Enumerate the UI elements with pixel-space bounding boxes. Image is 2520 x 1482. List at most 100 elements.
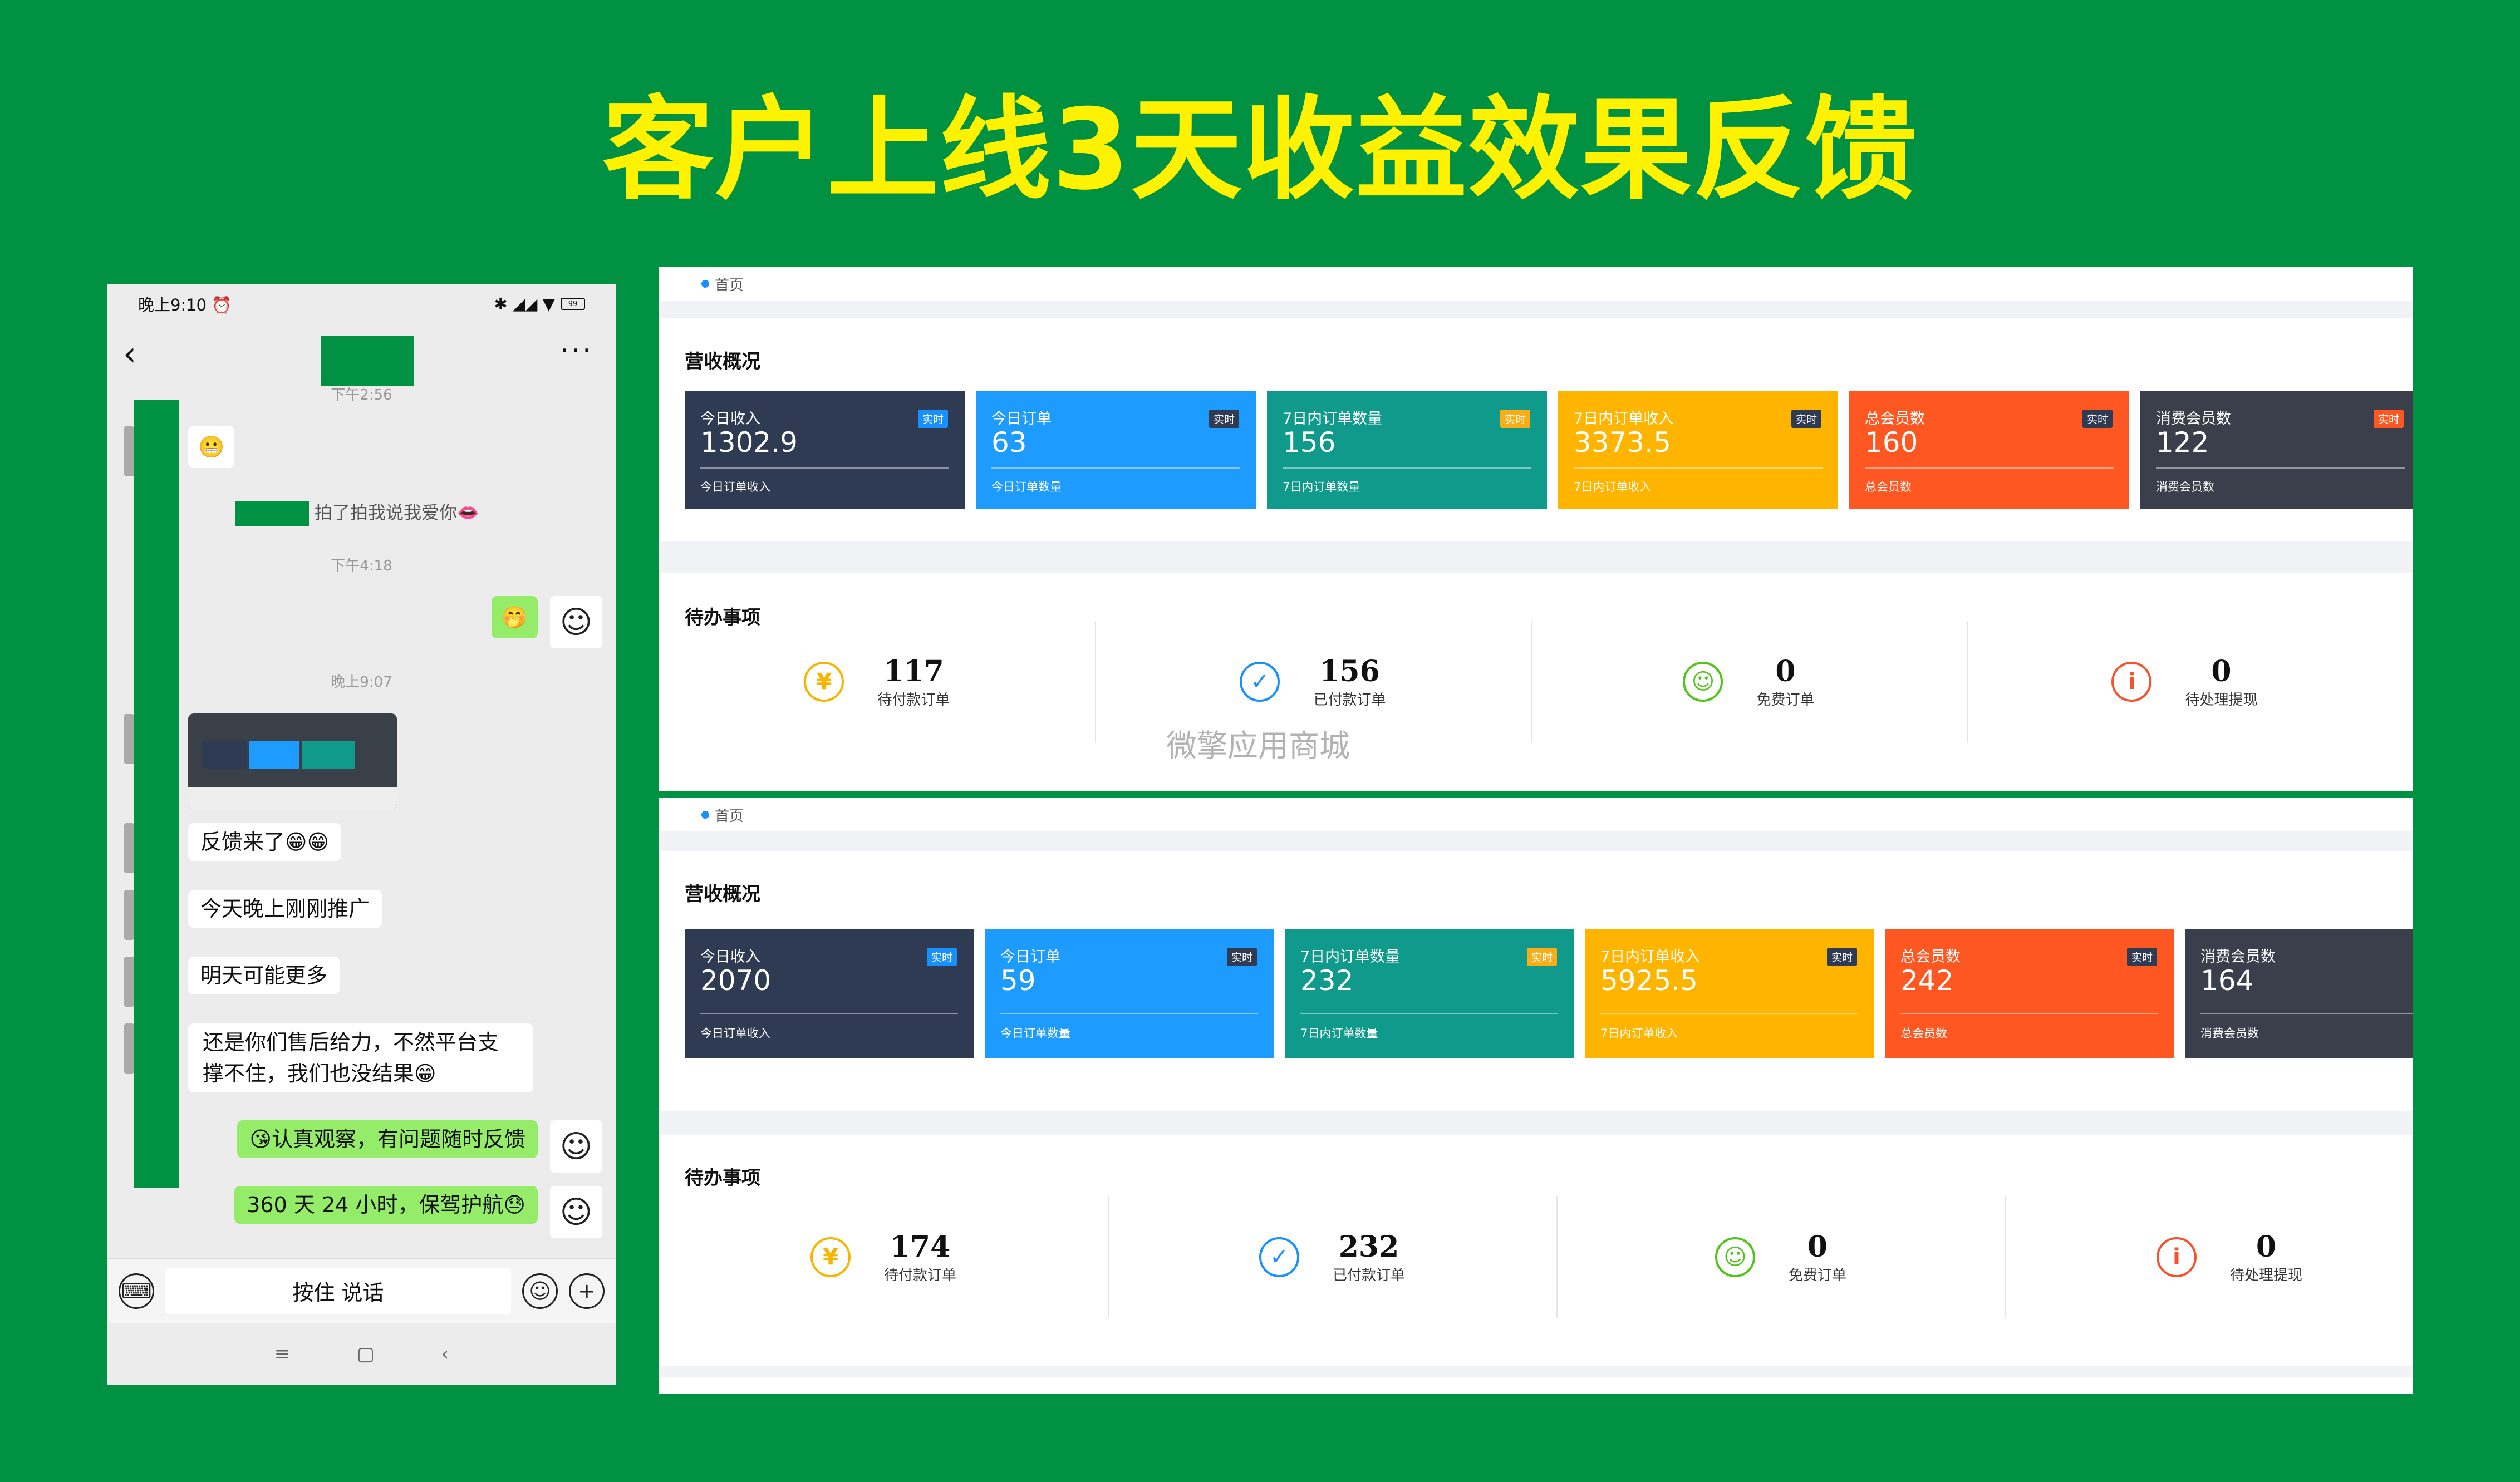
contact-avatar[interactable] [124,890,134,940]
chat-phone-screenshot: 晚上9:10 ⏰ ✱ ◢◢ ▼ 99 ‹ ··· 下午2:56 😬 拍了拍我说我… [107,284,616,1385]
realtime-badge: 实时 [1826,948,1857,966]
realtime-badge: 实时 [1526,948,1557,966]
tab-home[interactable]: 首页 [701,267,773,301]
image-message[interactable] [188,713,397,809]
todo-item[interactable]: ☺ 0 免费订单 [1556,1202,2005,1313]
status-time: 晚上9:10 [138,296,207,314]
stat-card-value: 1302.9 [700,426,798,459]
stat-card-subtitle: 7日内订单收入 [1574,480,1652,494]
battery-icon: 99 [561,298,585,310]
tab-home-label: 首页 [715,808,744,825]
todo-caption: 待处理提现 [2229,1267,2302,1284]
contact-avatar[interactable] [124,714,134,764]
stat-card[interactable]: 今日订单 59 实时 今日订单数量 [985,929,1274,1058]
stat-card[interactable]: 总会员数 242 实时 总会员数 [1885,929,2174,1058]
realtime-badge: 实时 [2373,410,2404,428]
todo-item[interactable]: i 0 待处理提现 [2005,1202,2413,1313]
todo-item[interactable]: ☺ 0 免费订单 [1531,626,1967,737]
status-bar: 晚上9:10 ⏰ ✱ ◢◢ ▼ 99 [107,284,616,323]
realtime-badge: 实时 [1500,410,1530,428]
stat-card[interactable]: 7日内订单数量 232 实时 7日内订单数量 [1285,929,1574,1058]
todo-item[interactable]: ✓ 232 已付款订单 [1108,1202,1556,1313]
redacted-strip [134,400,179,1188]
stat-card-subtitle: 7日内订单数量 [1283,480,1360,494]
todo-section: 待办事项 ¥174 待付款订单 ✓ 232 已付款订单 ☺ 0 免费订单 i 0 待处理提现 [659,1135,2413,1366]
stat-card[interactable]: 消费会员数 122 实时 消费会员数 [2140,391,2413,509]
info-icon: i [2111,662,2152,702]
stat-card-value: 59 [1000,964,1036,997]
dashboard-screenshot-1: 首页 营收概况 今日收入 1302.9 实时 今日订单收入 今日订单 63 实时 今日订单数量… [659,267,2413,791]
self-avatar[interactable]: ☺ [550,1186,602,1238]
todo-item[interactable]: ¥117 待付款订单 [659,626,1095,737]
realtime-badge: 实时 [1791,410,1821,428]
menu-icon[interactable]: ≡ [274,1343,291,1365]
todo-count: 0 [1807,1230,1828,1264]
stat-card[interactable]: 7日内订单收入 5925.5 实时 7日内订单收入 [1585,929,1874,1058]
smile-icon: ☺ [1683,662,1723,702]
back-nav-icon[interactable]: ‹ [441,1343,449,1365]
stat-card-subtitle: 7日内订单收入 [1600,1027,1678,1040]
stat-card-value: 2070 [700,964,772,997]
contact-avatar[interactable] [124,426,134,476]
message-bubble-self: 🤭 [491,596,538,638]
todo-text: 117 待付款订单 [877,654,950,709]
todo-caption: 已付款订单 [1332,1267,1405,1284]
message-bubble: 明天可能更多 [188,957,340,994]
stat-card[interactable]: 总会员数 160 实时 总会员数 [1849,391,2129,509]
contact-avatar[interactable] [124,823,134,873]
stat-card-subtitle: 7日内订单数量 [1300,1027,1378,1040]
todo-count: 0 [1775,654,1796,688]
stat-card-divider [1574,467,1823,469]
stat-card-divider [1000,1013,1258,1014]
stat-card-subtitle: 总会员数 [1900,1027,1947,1040]
stat-card[interactable]: 7日内订单数量 156 实时 7日内订单数量 [1267,391,1547,509]
tab-dot-icon [701,811,709,819]
contact-avatar[interactable] [124,1023,134,1074]
stat-card-subtitle: 消费会员数 [2156,480,2214,494]
self-avatar[interactable]: ☺ [550,1120,602,1173]
more-icon[interactable]: ··· [560,334,593,367]
stat-card-label: 今日收入 [700,410,760,427]
stat-card[interactable]: 今日收入 2070 实时 今日订单收入 [685,929,974,1058]
realtime-badge: 实时 [2082,410,2113,428]
todo-title: 待办事项 [685,607,760,629]
stat-card[interactable]: 今日收入 1302.9 实时 今日订单收入 [685,391,965,509]
todo-item[interactable]: ¥174 待付款订单 [659,1202,1108,1313]
tab-home-label: 首页 [715,277,744,294]
stat-card-value: 63 [991,426,1027,459]
self-avatar[interactable]: ☺ [550,596,602,648]
timestamp: 下午4:18 [331,558,392,574]
shield-check-icon: ✓ [1240,662,1280,702]
todo-text: 232 已付款订单 [1333,1230,1405,1284]
hold-to-talk-button[interactable]: 按住 说话 [165,1267,511,1314]
stat-card-divider [2156,467,2405,469]
stat-card-divider [700,467,949,469]
todo-text: 0 免费订单 [1756,654,1814,709]
todo-item[interactable]: i 0 待处理提现 [1967,626,2403,737]
keyboard-icon[interactable]: ⌨ [119,1273,154,1309]
stat-card[interactable]: 7日内订单收入 3373.5 实时 7日内订单收入 [1558,391,1838,509]
home-icon[interactable]: ▢ [357,1343,375,1365]
todo-count: 232 [1338,1230,1399,1264]
tab-bar: 首页 [659,798,2413,831]
stat-card-value: 3373.5 [1574,426,1671,459]
plus-icon[interactable]: + [569,1273,605,1309]
yen-icon: ¥ [804,662,844,702]
stat-card-divider [1300,1013,1558,1014]
timestamp: 晚上9:07 [331,674,392,691]
realtime-badge: 实时 [1226,948,1257,966]
todo-section: 待办事项 ¥117 待付款订单 ✓ 156 已付款订单 ☺ 0 免费订单 i 0 待处理提现 [659,573,2413,791]
message-bubble-self: 360 天 24 小时，保驾护航😓 [234,1186,538,1224]
stat-card[interactable]: 消费会员数 164 消费会员数 [2185,929,2413,1058]
emoji-icon[interactable]: ☺ [522,1273,558,1309]
stat-card-subtitle: 今日订单数量 [1000,1027,1070,1040]
tab-home[interactable]: 首页 [701,798,773,831]
back-icon[interactable]: ‹ [123,337,136,371]
stat-card-label: 消费会员数 [2156,410,2231,427]
message-bubble-self: 😘认真观察，有问题随时反馈 [237,1120,538,1158]
stat-card-value: 5925.5 [1600,964,1698,997]
message-bubble: 还是你们售后给力，不然平台支撑不住，我们也没结果😁 [188,1023,533,1092]
contact-avatar[interactable] [124,957,134,1007]
stat-card[interactable]: 今日订单 63 实时 今日订单数量 [976,391,1256,509]
stat-card-label: 7日内订单数量 [1283,410,1383,427]
